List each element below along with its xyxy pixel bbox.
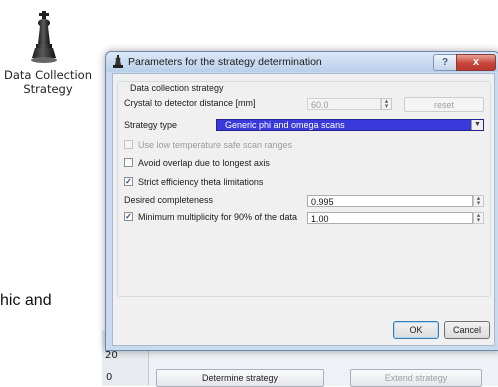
avoid-overlap-label: Avoid overlap due to longest axis bbox=[138, 158, 270, 168]
row-number: 0 bbox=[106, 372, 113, 383]
chevron-down-icon: ▾ bbox=[476, 200, 481, 207]
reset-button[interactable]: reset bbox=[404, 97, 484, 112]
strategy-type-select[interactable]: Generic phi and omega scans ▼ bbox=[118, 119, 484, 131]
low-temp-checkbox[interactable] bbox=[124, 140, 133, 149]
multiplicity-spinner[interactable]: ▴ ▾ bbox=[473, 212, 484, 224]
chess-pawn-icon bbox=[31, 11, 57, 63]
strategy-group: Data collection strategy Crystal to dete… bbox=[117, 81, 491, 297]
multiplicity-field[interactable]: 1.00 bbox=[307, 212, 473, 224]
strategy-type-highlight: Generic phi and omega scans ▼ bbox=[216, 119, 484, 131]
extend-strategy-button[interactable]: Extend strategy bbox=[350, 369, 482, 387]
row-number: 20 bbox=[105, 350, 118, 361]
help-button[interactable]: ? bbox=[433, 54, 457, 71]
strict-theta-label: Strict efficiency theta limitations bbox=[138, 177, 264, 187]
chevron-down-icon[interactable]: ▼ bbox=[471, 120, 483, 130]
completeness-spinner[interactable]: ▴ ▾ bbox=[473, 195, 484, 207]
app-label-line2: Strategy bbox=[23, 82, 73, 96]
determine-strategy-button[interactable]: Determine strategy bbox=[156, 369, 324, 387]
distance-label: Crystal to detector distance [mm] bbox=[124, 98, 256, 108]
multiplicity-checkbox[interactable]: ✓ bbox=[124, 212, 133, 221]
ok-button[interactable]: OK bbox=[393, 321, 439, 339]
group-title: Data collection strategy bbox=[128, 83, 226, 93]
distance-field[interactable]: 60.0 bbox=[307, 98, 381, 110]
dialog-client: Data collection strategy Crystal to dete… bbox=[112, 73, 495, 346]
chevron-down-icon: ▾ bbox=[476, 217, 481, 224]
cancel-button[interactable]: Cancel bbox=[444, 321, 490, 339]
completeness-label: Desired completeness bbox=[124, 195, 214, 205]
strict-theta-checkbox[interactable]: ✓ bbox=[124, 177, 133, 186]
close-button[interactable]: x bbox=[456, 54, 496, 71]
multiplicity-label: Minimum multiplicity for 90% of the data bbox=[138, 212, 298, 222]
distance-spinner[interactable]: ▴ ▾ bbox=[381, 98, 392, 110]
strategy-type-value: Generic phi and omega scans bbox=[225, 120, 345, 130]
chess-pawn-icon bbox=[113, 55, 123, 68]
app-label-line1: Data Collection bbox=[4, 68, 92, 82]
low-temp-label: Use low temperature safe scan ranges bbox=[138, 140, 293, 150]
completeness-field[interactable]: 0.995 bbox=[307, 195, 473, 207]
app-label: Data Collection Strategy bbox=[0, 68, 96, 96]
chevron-down-icon: ▾ bbox=[384, 103, 389, 110]
dialog-titlebar[interactable]: Parameters for the strategy determinatio… bbox=[106, 52, 498, 72]
strategy-dialog: Parameters for the strategy determinatio… bbox=[105, 51, 498, 351]
background-text: hic and bbox=[0, 292, 52, 309]
dialog-title: Parameters for the strategy determinatio… bbox=[128, 56, 322, 68]
avoid-overlap-checkbox[interactable] bbox=[124, 158, 133, 167]
